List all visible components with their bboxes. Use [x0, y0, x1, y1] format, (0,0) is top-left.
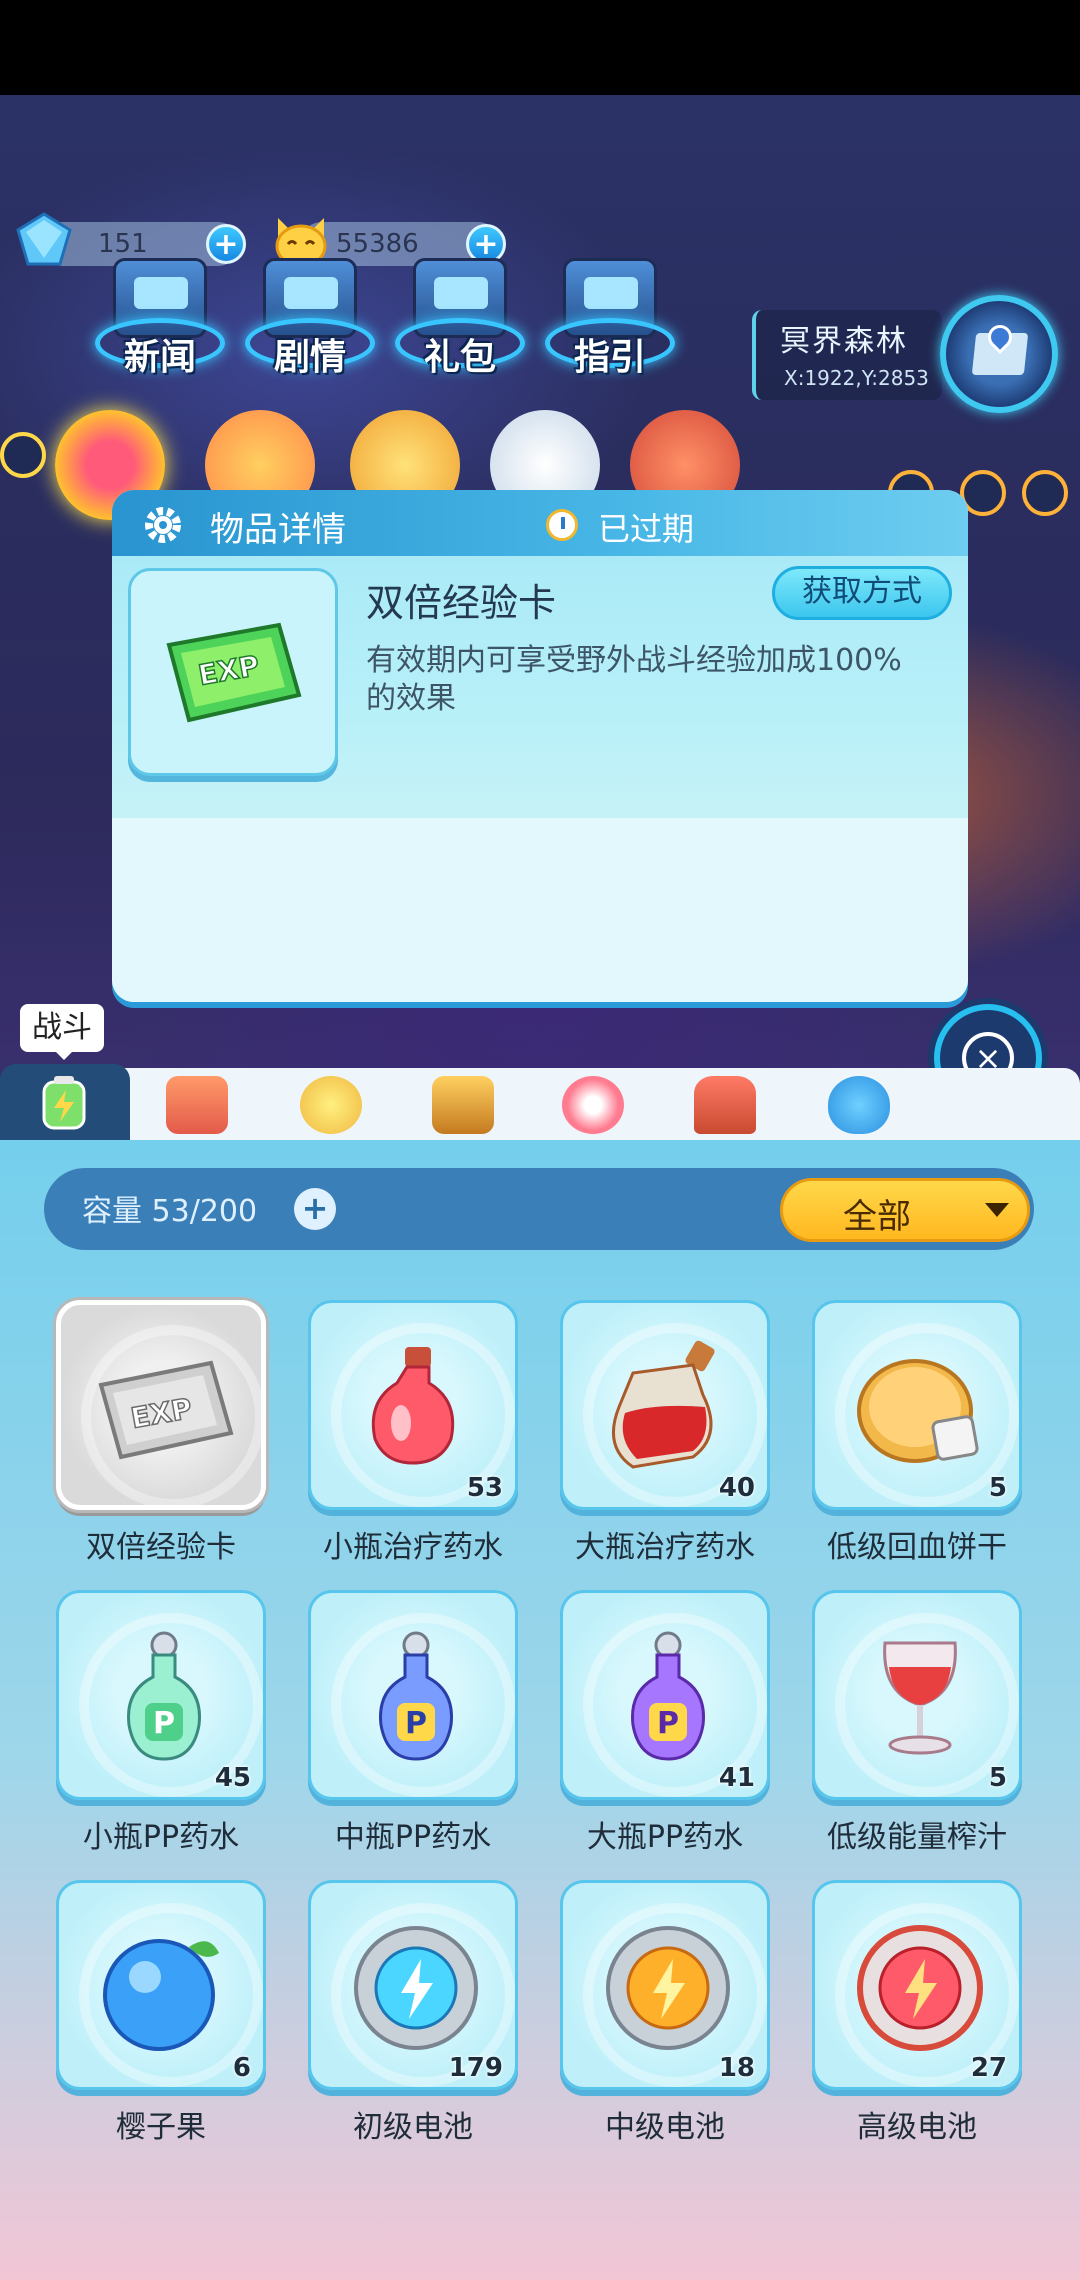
item-slot[interactable]: 40 大瓶治疗药水 [560, 1300, 770, 1565]
gear-icon [145, 507, 181, 543]
tab-battle[interactable] [0, 1064, 130, 1144]
gift-pack-button[interactable]: 礼包 [395, 250, 525, 380]
item-count: 5 [988, 1473, 1007, 1503]
item-name: 小瓶PP药水 [82, 1820, 240, 1855]
item-name: 初级电池 [353, 2110, 473, 2145]
location-panel: 冥界森林 X:1922,Y:2853 [752, 310, 942, 400]
item-preview: EXP [128, 568, 338, 776]
play-icon[interactable] [0, 432, 46, 478]
menu-label: 指引 [573, 337, 646, 378]
side-icon-3[interactable] [1022, 470, 1068, 516]
item-slot[interactable]: EXP 双倍经验卡 [56, 1300, 266, 1565]
gem-icon [16, 212, 72, 266]
svg-text:P: P [657, 1706, 679, 1741]
chevron-down-icon [985, 1203, 1009, 1229]
menu-label: 礼包 [423, 337, 496, 378]
map-button[interactable] [940, 295, 1058, 413]
item-count: 41 [718, 1763, 755, 1793]
bag-tabs [0, 1064, 1080, 1144]
guide-button[interactable]: 指引 [545, 250, 675, 380]
popup-title: 物品详情 [210, 510, 346, 550]
item-slot[interactable]: 6 樱子果 [56, 1880, 266, 2145]
item-name: 大瓶PP药水 [586, 1820, 744, 1855]
story-button[interactable]: 剧情 [245, 250, 375, 380]
filter-dropdown[interactable]: 全部 [780, 1178, 1030, 1242]
item-frame: 53 [308, 1300, 518, 1510]
item-count: 27 [970, 2053, 1007, 2083]
item-count: 179 [448, 2053, 503, 2083]
menu-label: 剧情 [273, 337, 346, 378]
item-name: 大瓶治疗药水 [575, 1530, 755, 1565]
capacity-bar: 容量 53/200 + 全部 [44, 1168, 1034, 1250]
item-name: 双倍经验卡 [86, 1530, 236, 1565]
item-name: 中级电池 [605, 2110, 725, 2145]
capacity-label: 容量 53/200 [82, 1194, 258, 1229]
item-count: 6 [232, 2053, 251, 2083]
popup-header: 物品详情 已过期 [112, 490, 968, 556]
item-count: 40 [718, 1473, 755, 1503]
svg-text:P: P [153, 1706, 175, 1741]
item-slot[interactable]: 5 低级能量榨汁 [812, 1590, 1022, 1855]
item-frame: 18 [560, 1880, 770, 2090]
item-frame: 27 [812, 1880, 1022, 2090]
item-slot[interactable]: 53 小瓶治疗药水 [308, 1300, 518, 1565]
item-count: 5 [988, 1763, 1007, 1793]
item-name: 樱子果 [116, 2110, 206, 2145]
item-count: 45 [214, 1763, 251, 1793]
exp-card-icon: EXP [166, 622, 302, 723]
item-name: 中瓶PP药水 [334, 1820, 492, 1855]
item-slot[interactable]: 179 初级电池 [308, 1880, 518, 2145]
item-name: 低级回血饼干 [827, 1530, 1007, 1565]
expand-capacity-button[interactable]: + [294, 1188, 336, 1230]
popup-body: EXP 双倍经验卡 获取方式 有效期内可享受野外战斗经验加成100%的效果 [112, 556, 968, 818]
location-coords: X:1922,Y:2853 [784, 366, 929, 390]
item-frame: 179 [308, 1880, 518, 2090]
item-description: 有效期内可享受野外战斗经验加成100%的效果 [366, 643, 902, 716]
tab-clothing[interactable] [562, 1076, 624, 1134]
item-name: 高级电池 [857, 2110, 977, 2145]
item-detail-popup: 物品详情 已过期 EXP 双倍经验卡 获取方式 有效期内可享受野外战斗经验加成1… [112, 490, 968, 1002]
filter-label: 全部 [843, 1197, 911, 1237]
svg-text:P: P [405, 1706, 427, 1741]
status-bar [0, 0, 1080, 95]
tab-items[interactable] [166, 1076, 228, 1134]
item-frame: P [308, 1590, 518, 1800]
location-name: 冥界森林 [780, 324, 908, 359]
menu-label: 新闻 [123, 337, 196, 378]
item-frame: 5 [812, 1300, 1022, 1510]
battery-icon [42, 1076, 86, 1130]
popup-lower-area [112, 818, 968, 1002]
clock-icon [546, 509, 578, 541]
item-frame: 5 [812, 1590, 1022, 1800]
item-frame: EXP [56, 1300, 266, 1510]
tab-egg[interactable] [828, 1076, 890, 1134]
news-button[interactable]: 新闻 [95, 250, 225, 380]
item-count: 53 [466, 1473, 503, 1503]
item-frame: P 45 [56, 1590, 266, 1800]
item-slot[interactable]: 18 中级电池 [560, 1880, 770, 2145]
tab-decor[interactable] [300, 1076, 362, 1134]
item-frame: 6 [56, 1880, 266, 2090]
get-method-button[interactable]: 获取方式 [772, 566, 952, 620]
item-name: 双倍经验卡 [366, 581, 557, 625]
item-slot[interactable]: 27 高级电池 [812, 1880, 1022, 2145]
item-slot[interactable]: P 45 小瓶PP药水 [56, 1590, 266, 1855]
item-name: 小瓶治疗药水 [323, 1530, 503, 1565]
item-slot[interactable]: P 中瓶PP药水 [308, 1590, 518, 1855]
bag-panel: 容量 53/200 + 全部 EXP 双倍经验卡 53 小瓶治疗药水 40 大瓶治疗药水 5… [0, 1140, 1080, 2280]
expired-status: 已过期 [598, 510, 695, 548]
item-frame: P 41 [560, 1590, 770, 1800]
item-name: 低级能量榨汁 [827, 1820, 1007, 1855]
item-count: 18 [718, 2053, 755, 2083]
tab-tooltip: 战斗 [20, 1004, 104, 1060]
item-slot[interactable]: P 41 大瓶PP药水 [560, 1590, 770, 1855]
tab-star[interactable] [432, 1076, 494, 1134]
item-frame: 40 [560, 1300, 770, 1510]
item-slot[interactable]: 5 低级回血饼干 [812, 1300, 1022, 1565]
tab-toy[interactable] [694, 1076, 756, 1134]
